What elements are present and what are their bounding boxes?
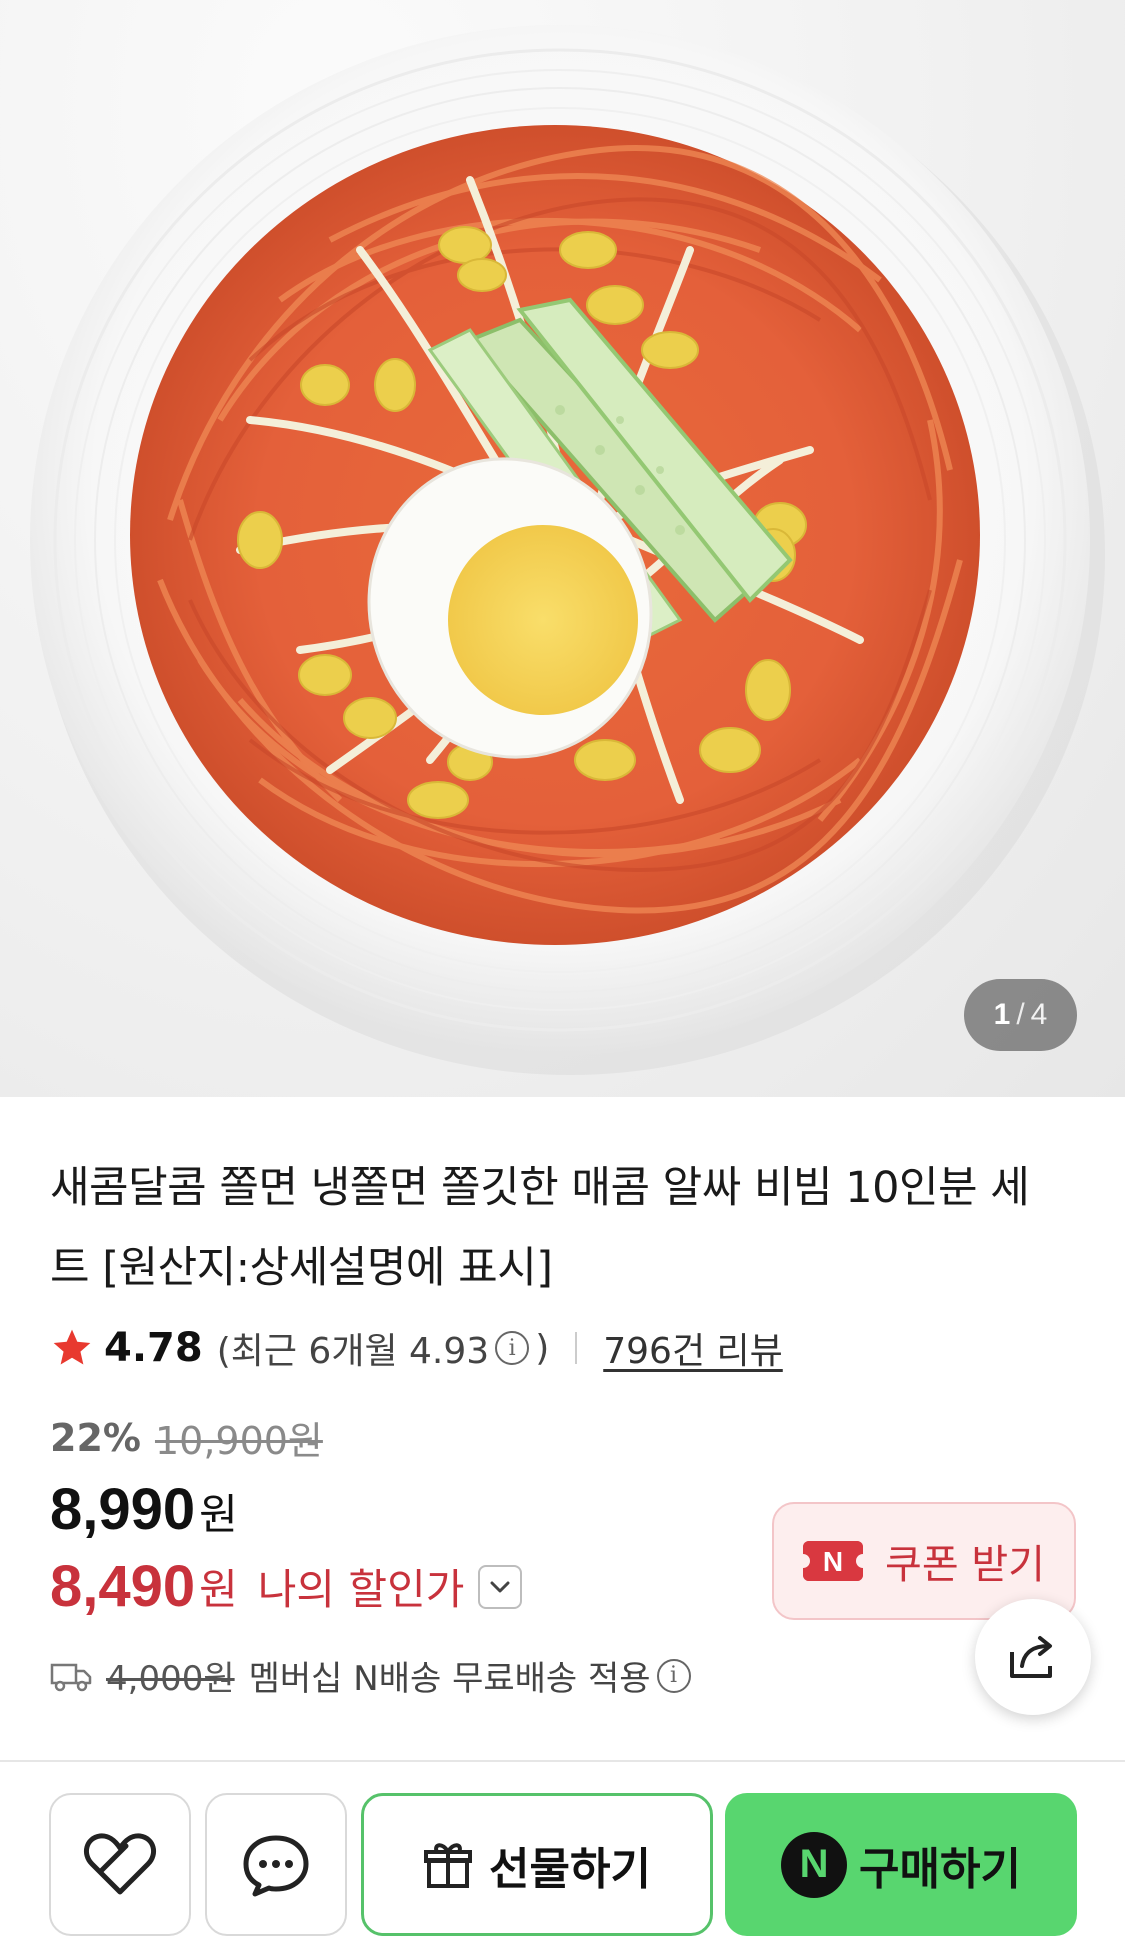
my-discount-price[interactable]: 8,490 원 나의 할인가 <box>50 1553 523 1620</box>
coupon-n-icon: N <box>796 1541 871 1581</box>
image-pager: 1 / 4 <box>964 979 1077 1051</box>
gift-label: 선물하기 <box>489 1843 651 1895</box>
pager-total: 4 <box>1030 998 1048 1031</box>
heart-icon <box>83 1832 157 1894</box>
price-value: 8,990 <box>50 1477 196 1542</box>
buy-label: 구매하기 <box>859 1843 1021 1895</box>
coupon-label: 쿠폰 받기 <box>885 1542 1045 1588</box>
product-photo <box>30 25 1105 1075</box>
rating-row: 4.78 (최근 6개월 4.93 i ) 796건 리뷰 <box>50 1320 783 1376</box>
talktalk-button[interactable] <box>205 1793 347 1936</box>
recent-rating: (최근 6개월 4.93 <box>216 1331 490 1372</box>
shipping-text: 멤버십 N배송 무료배송 적용 <box>248 1659 651 1699</box>
info-icon[interactable]: i <box>495 1331 530 1365</box>
pager-separator: / <box>1016 998 1025 1031</box>
wishlist-button[interactable] <box>49 1793 191 1936</box>
original-price: 10,900원 <box>154 1419 323 1463</box>
star-icon <box>53 1329 91 1365</box>
my-price-unit: 원 <box>199 1565 238 1614</box>
recent-rating-close: ) <box>535 1327 550 1369</box>
shipping-original-fee: 4,000원 <box>106 1659 235 1699</box>
my-price-label: 나의 할인가 <box>257 1565 465 1614</box>
price-unit: 원 <box>199 1490 238 1539</box>
share-icon <box>1010 1636 1052 1678</box>
chevron-down-icon[interactable] <box>478 1564 523 1609</box>
shipping-info-icon[interactable]: i <box>656 1658 691 1693</box>
buy-button[interactable]: N 구매하기 <box>725 1793 1077 1936</box>
gift-icon <box>424 1842 473 1888</box>
shipping-row: 4,000원 멤버십 N배송 무료배송 적용 i <box>50 1651 697 1700</box>
chat-bubble-icon <box>243 1835 309 1896</box>
svg-text:N: N <box>823 1546 843 1577</box>
product-image-gallery[interactable]: 1 / 4 <box>0 0 1125 1097</box>
gift-button[interactable]: 선물하기 <box>361 1793 713 1936</box>
divider <box>575 1332 578 1364</box>
product-title: 새콤달콤 쫄면 냉쫄면 쫄깃한 매콤 알싸 비빔 10인분 세트 [원산지:상세… <box>50 1163 1030 1293</box>
discount-rate: 22% <box>50 1415 141 1460</box>
truck-icon <box>50 1663 92 1691</box>
divider <box>0 1760 1125 1762</box>
npay-icon: N <box>781 1831 848 1898</box>
review-count-link[interactable]: 796건 리뷰 <box>603 1322 783 1374</box>
discount-row: 22% 10,900원 <box>50 1410 323 1465</box>
pager-current: 1 <box>993 998 1011 1031</box>
rating-value: 4.78 <box>104 1325 203 1371</box>
my-price-value: 8,490 <box>50 1554 196 1619</box>
sale-price: 8,990 원 <box>50 1476 238 1543</box>
share-button[interactable] <box>975 1599 1091 1715</box>
